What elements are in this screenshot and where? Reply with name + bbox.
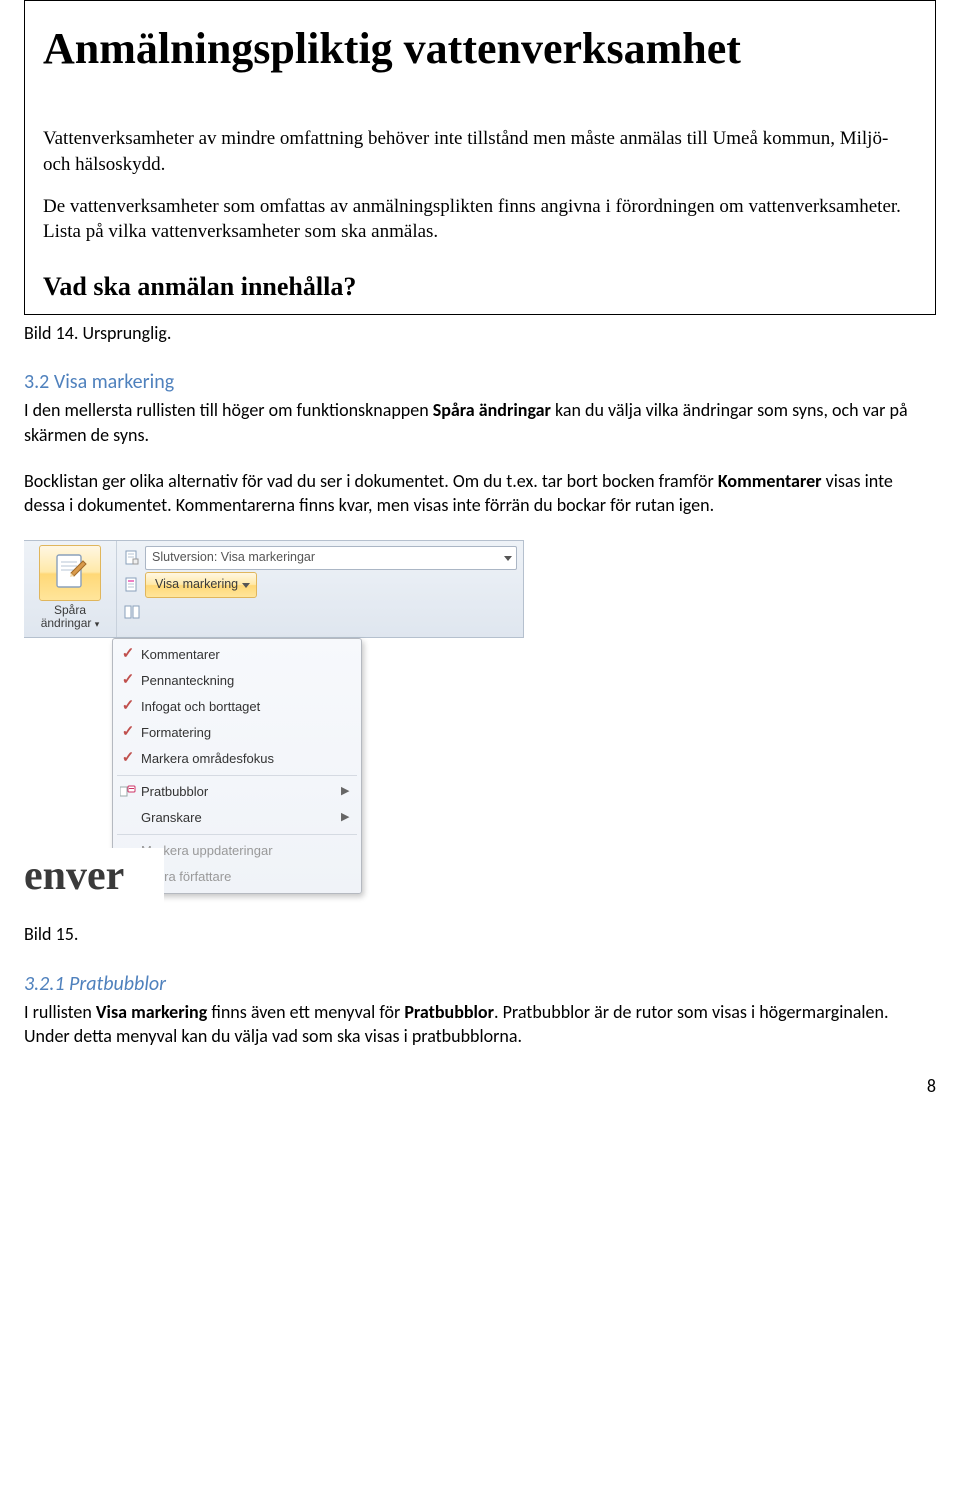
track-changes-label: Spåra ändringar ▾	[41, 604, 100, 630]
checkmark-icon: ✓	[115, 696, 141, 716]
dropdown-item-area-highlight[interactable]: ✓ Markera områdesfokus	[115, 746, 359, 772]
display-mode-combo[interactable]: Slutversion: Visa markeringar	[145, 546, 517, 570]
dropdown-label: Infogat och borttaget	[141, 698, 353, 716]
submenu-arrow-icon: ▶	[341, 810, 353, 825]
page-number: 8	[24, 1074, 936, 1098]
doc-subheading: Vad ska anmälan innehålla?	[43, 269, 917, 304]
document-pencil-icon	[53, 553, 87, 593]
ribbon-group-display: Slutversion: Visa markeringar Visa marke…	[117, 541, 523, 637]
text-bold: Kommentarer	[718, 470, 822, 492]
dropdown-label: Formatering	[141, 724, 353, 742]
doc-paragraph: Vattenverksamheter av mindre omfattning …	[43, 126, 917, 177]
button-label: Visa markering	[155, 576, 238, 593]
checkmark-icon: ✓	[115, 670, 141, 690]
dropdown-label: Andra författare	[141, 868, 353, 886]
checkmark-icon: ✓	[115, 644, 141, 664]
checkmark-icon: ✓	[115, 748, 141, 768]
chevron-down-icon	[242, 581, 250, 589]
text-bold: Pratbubblor	[404, 1001, 494, 1023]
doc-title: Anmälningspliktig vattenverksamhet	[43, 19, 917, 78]
text-run: Bocklistan ger olika alternativ för vad …	[24, 470, 718, 492]
body-paragraph: Bocklistan ger olika alternativ för vad …	[24, 469, 936, 518]
body-paragraph: I rullisten Visa markering finns även et…	[24, 1000, 936, 1049]
track-changes-button[interactable]	[39, 545, 101, 601]
page-icon	[123, 576, 141, 594]
submenu-arrow-icon: ▶	[341, 784, 353, 799]
figure-caption: Bild 14. Ursprunglig.	[24, 321, 936, 345]
text-run: finns även ett menyval för	[207, 1001, 404, 1023]
checkmark-icon: ✓	[115, 722, 141, 742]
separator	[117, 834, 357, 835]
dropdown-item-balloons[interactable]: Pratbubblor ▶	[115, 779, 359, 805]
figure-ribbon-menu: Spåra ändringar ▾ Slutversion: Visa mark…	[24, 540, 524, 917]
figure-document-preview: Anmälningspliktig vattenverksamhet Vatte…	[24, 0, 936, 315]
dropdown-item-comments[interactable]: ✓ Kommentarer	[115, 642, 359, 668]
body-paragraph: I den mellersta rullisten till höger om …	[24, 398, 936, 447]
page-icon	[123, 549, 141, 567]
text-run: I rullisten	[24, 1001, 96, 1023]
dropdown-item-ink[interactable]: ✓ Pennanteckning	[115, 668, 359, 694]
ribbon-group-tracking: Spåra ändringar ▾	[24, 541, 117, 637]
text-run: I den mellersta rullisten till höger om …	[24, 399, 433, 421]
balloon-icon	[115, 785, 141, 799]
section-heading: 3.2 Visa markering	[24, 369, 936, 396]
dropdown-item-reviewers[interactable]: Granskare ▶	[115, 805, 359, 831]
dropdown-label: Markera områdesfokus	[141, 750, 353, 768]
doc-paragraph: De vattenverksamheter som omfattas av an…	[43, 194, 917, 245]
dropdown-label: Pratbubblor	[141, 783, 341, 801]
truncated-heading-text: enver	[24, 848, 164, 917]
dropdown-item-formatting[interactable]: ✓ Formatering	[115, 720, 359, 746]
text-bold: Visa markering	[96, 1001, 207, 1023]
ribbon-panel: Spåra ändringar ▾ Slutversion: Visa mark…	[24, 540, 524, 638]
show-markup-button[interactable]: Visa markering	[145, 572, 257, 598]
chevron-down-icon	[504, 554, 512, 562]
combo-text: Slutversion: Visa markeringar	[152, 549, 315, 566]
reviewing-pane-icon	[123, 603, 141, 621]
dropdown-item-insertions[interactable]: ✓ Infogat och borttaget	[115, 694, 359, 720]
section-subheading: 3.2.1 Pratbubblor	[24, 971, 936, 998]
text-bold: Spåra ändringar	[433, 399, 551, 421]
dropdown-label: Markera uppdateringar	[141, 842, 353, 860]
dropdown-label: Granskare	[141, 809, 341, 827]
separator	[117, 775, 357, 776]
figure-caption: Bild 15.	[24, 922, 936, 946]
dropdown-label: Pennanteckning	[141, 672, 353, 690]
dropdown-label: Kommentarer	[141, 646, 353, 664]
